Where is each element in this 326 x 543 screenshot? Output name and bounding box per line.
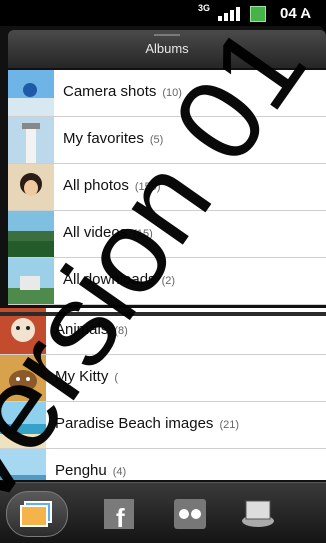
group-divider [0,312,326,316]
bottom-tab-bar: f [0,482,326,543]
all-photos-thumbnail [8,164,54,210]
clock: 04 A [280,5,312,22]
album-count: (2) [161,275,176,287]
photos-icon [20,501,52,527]
album-penghu[interactable]: Penghu (4) [0,449,326,480]
tab-stack[interactable] [228,491,288,535]
network-type: 3G [198,3,211,13]
album-count: (8) [114,325,128,337]
album-name: My Kitty [55,368,109,385]
album-all-downloads[interactable]: All downloads (2) [8,258,326,305]
all-videos-thumbnail [8,211,54,257]
album-count: (159) [134,181,161,193]
signal-icon [218,5,244,21]
album-my-favorites[interactable]: My favorites (5) [8,117,326,164]
album-name: All downloads [63,271,156,288]
facebook-icon: f [104,499,134,533]
tab-facebook[interactable]: f [90,491,150,535]
status-bar: 3G 04 A [0,0,326,26]
albums-title-bar: Albums [8,30,326,68]
camera-shots-thumbnail [8,70,54,116]
svg-text:f: f [116,503,125,533]
album-name: Paradise Beach images [55,415,214,432]
my-kitty-thumbnail [0,355,46,401]
tab-photos[interactable] [6,491,68,537]
tab-flickr[interactable] [160,491,220,535]
album-my-kitty[interactable]: My Kitty ( [0,355,326,402]
album-name: Animals [55,321,109,338]
penghu-thumbnail [0,449,46,480]
album-paradise-beach-images[interactable]: Paradise Beach images (21) [0,402,326,449]
album-all-photos[interactable]: All photos (159) [8,164,326,211]
album-all-videos[interactable]: All videos (15) [8,211,326,258]
album-count: ( [114,372,119,384]
album-count: (15) [133,228,153,240]
album-count: (5) [149,134,164,146]
album-name: All photos [63,177,129,194]
album-count: (10) [162,87,182,99]
album-count: (21) [219,419,239,431]
paradise-beach-thumbnail [0,402,46,448]
page-title: Albums [145,41,189,56]
battery-icon [250,6,266,22]
album-count: (4) [112,466,127,478]
my-favorites-thumbnail [8,117,54,163]
album-name: My favorites [63,130,144,147]
all-downloads-thumbnail [8,258,54,304]
album-camera-shots[interactable]: Camera shots (10) [8,70,326,117]
stack-icon [242,500,274,527]
flickr-icon [174,499,206,529]
album-name: Penghu [55,462,107,479]
albums-list[interactable]: Camera shots (10) My favorites (5) All pho… [0,70,326,480]
album-name: Camera shots [63,83,157,100]
album-name: All videos [63,224,128,241]
